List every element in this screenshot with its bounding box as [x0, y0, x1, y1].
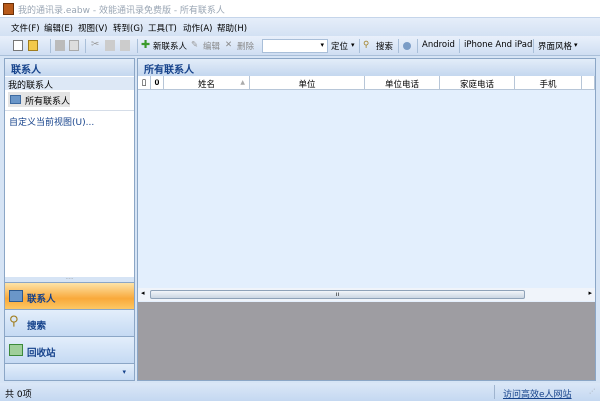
menu-view[interactable]: 视图(V) — [78, 22, 107, 34]
chevron-down-icon: ▾ — [351, 41, 355, 49]
edit-icon: ✎ — [191, 40, 199, 50]
paste-icon[interactable] — [120, 40, 130, 51]
column-work-phone[interactable]: 单位电话 — [365, 76, 440, 90]
sidebar-item-all-contacts[interactable]: 所有联系人 — [8, 92, 70, 107]
recycle-bin-icon — [9, 344, 23, 356]
app-icon — [3, 3, 14, 15]
column-mobile[interactable]: 手机 — [515, 76, 582, 90]
menu-file[interactable]: 文件(F) — [11, 22, 40, 34]
sidebar-item-label: 所有联系人 — [25, 97, 71, 107]
window-title: 我的通讯录.eabw - 效能通讯录免费版 - 所有联系人 — [18, 6, 225, 16]
nav-more[interactable]: ▾ — [5, 363, 134, 380]
sidebar: 联系人 我的联系人 所有联系人 自定义当前视图(U)... ..... 联系人 … — [4, 58, 135, 381]
menu-edit[interactable]: 编辑(E) — [44, 22, 73, 34]
paperclip-icon[interactable]: 𝟎 — [151, 76, 164, 90]
sort-asc-icon: ▲ — [240, 79, 245, 86]
customize-view-link[interactable]: 自定义当前视图(U)... — [9, 115, 94, 128]
plus-icon: ✚ — [141, 38, 151, 51]
copy-icon[interactable] — [105, 40, 115, 51]
resize-grip-icon[interactable]: ⋰ — [589, 388, 595, 395]
cut-icon[interactable]: ✂ — [91, 39, 101, 50]
scroll-left-icon[interactable]: ◂ — [141, 289, 145, 297]
menu-goto[interactable]: 转到(G) — [113, 22, 143, 34]
print-icon[interactable] — [55, 40, 65, 51]
title-bar: 我的通讯录.eabw - 效能通讯录免费版 - 所有联系人 — [0, 0, 600, 18]
scroll-right-icon[interactable]: ▸ — [588, 289, 592, 297]
contacts-icon — [9, 290, 23, 302]
new-file-icon[interactable] — [13, 40, 23, 51]
scroll-thumb[interactable]: ıı — [150, 290, 525, 299]
menu-bar: 文件(F) 编辑(E) 视图(V) 转到(G) 工具(T) 动作(A) 帮助(H… — [0, 18, 600, 36]
chevron-down-icon: ▾ — [122, 368, 126, 376]
preview-icon[interactable] — [69, 40, 79, 51]
locate-button[interactable]: 定位 — [331, 40, 348, 52]
column-attachment-type[interactable]: ▯ — [138, 76, 151, 90]
locate-combo[interactable]: ▾ — [262, 39, 328, 53]
toolbar: ✂ ✚ 新联系人 ✎ 编辑 ✕ 删除 ▾ 定位 ▾ ⚲ 搜索 Android i… — [0, 36, 600, 56]
nav-recycle-bin[interactable]: 回收站 — [5, 336, 134, 363]
help-icon[interactable] — [403, 42, 411, 50]
nav-label: 回收站 — [27, 348, 56, 359]
group-label: 我的联系人 — [5, 77, 134, 91]
delete-icon: ✕ — [225, 40, 233, 50]
chevron-down-icon: ▾ — [574, 41, 578, 49]
column-name[interactable]: 姓名 ▲ — [164, 76, 250, 90]
nav-search[interactable]: ⚲ 搜索 — [5, 309, 134, 336]
nav-contacts[interactable]: 联系人 — [5, 282, 134, 309]
open-folder-icon[interactable] — [28, 40, 38, 51]
website-link[interactable]: 访问高效e人网站 — [503, 387, 572, 400]
item-count: 共 0项 — [5, 390, 32, 400]
delete-button[interactable]: 删除 — [237, 40, 254, 52]
menu-actions[interactable]: 动作(A) — [183, 22, 212, 34]
horizontal-scrollbar[interactable]: ◂ ıı ▸ — [138, 288, 595, 301]
menu-help[interactable]: 帮助(H) — [217, 22, 247, 34]
skin-button[interactable]: 界面风格 — [538, 40, 572, 52]
menu-tools[interactable]: 工具(T) — [148, 22, 177, 34]
column-home-phone[interactable]: 家庭电话 — [440, 76, 515, 90]
new-contact-button[interactable]: 新联系人 — [153, 40, 187, 52]
column-company[interactable]: 单位 — [250, 76, 365, 90]
search-icon: ⚲ — [9, 314, 19, 329]
search-icon: ⚲ — [363, 40, 370, 50]
sidebar-title: 联系人 — [5, 59, 134, 76]
main-panel: 所有联系人 ▯ 𝟎 姓名 ▲ 单位 单位电话 家庭电话 手机 ◂ ıı ▸ — [137, 58, 596, 381]
preview-pane — [138, 302, 595, 380]
iphone-button[interactable]: iPhone And iPad — [464, 40, 532, 50]
android-button[interactable]: Android — [422, 40, 455, 50]
search-button[interactable]: 搜索 — [376, 40, 393, 52]
edit-button[interactable]: 编辑 — [203, 40, 220, 52]
contacts-icon — [10, 95, 21, 104]
nav-label: 搜索 — [27, 321, 47, 332]
nav-label: 联系人 — [27, 294, 56, 305]
chevron-down-icon: ▾ — [320, 41, 324, 49]
status-bar: 共 0项 访问高效e人网站 ⋰ — [0, 383, 600, 401]
main-title: 所有联系人 — [138, 59, 595, 76]
